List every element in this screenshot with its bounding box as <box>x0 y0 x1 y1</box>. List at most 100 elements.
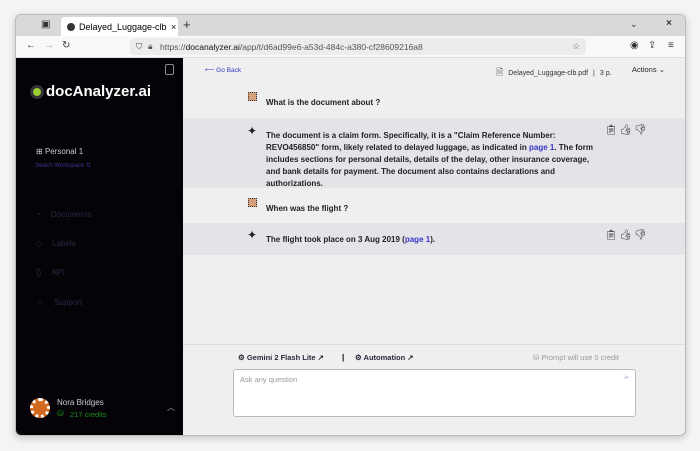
close-window-icon[interactable]: × <box>666 18 672 29</box>
address-bar[interactable]: ⛉ 🔒︎ https://docanalyzer.ai/app/t/d6ad99… <box>130 38 586 55</box>
credits-icon: ⛁ <box>57 409 64 418</box>
answer-part: The document is a claim form. Specifical… <box>266 131 556 152</box>
switch-workspace-label: Switch Workspace <box>35 163 85 169</box>
credits-icon: ⛁ <box>533 353 540 362</box>
divider: | <box>593 69 595 77</box>
tag-icon: ◇ <box>36 239 43 248</box>
user-credits: 217 credits <box>70 410 107 419</box>
sidebar-item-api[interactable]: {} API <box>36 268 64 277</box>
page-link[interactable]: page 1 <box>529 143 554 152</box>
model-selector[interactable]: ⚙ Gemini 2 Flash Lite ↗ <box>238 353 324 362</box>
model-label: Gemini 2 Flash Lite ↗ <box>246 353 324 362</box>
sparkle-icon: ✦ <box>247 124 258 138</box>
braces-icon: {} <box>36 268 42 277</box>
answer-actions: 📋︎👍︎👎︎ <box>605 125 649 136</box>
documents-icon: ◔ <box>36 210 41 219</box>
menu-icon[interactable]: ≡ <box>668 40 674 51</box>
question-input[interactable]: Ask any question ➢ <box>233 369 636 417</box>
answer-text: The document is a claim form. Specifical… <box>266 130 601 190</box>
automation-label: Automation ↗ <box>363 353 414 362</box>
tab-overview-icon[interactable]: ▣ <box>41 19 50 30</box>
favicon-icon <box>67 22 75 31</box>
url-domain: docanalyzer.ai <box>185 41 240 52</box>
forward-icon[interactable]: → <box>44 40 54 51</box>
chevron-down-icon: ⌄ <box>658 65 665 74</box>
file-name: Delayed_Luggage-clb.pdf <box>508 69 589 77</box>
sidebar-item-labels[interactable]: ◇ Labels <box>36 239 76 248</box>
thumbs-up-icon[interactable]: 👍︎ <box>620 125 635 136</box>
actions-label: Actions <box>632 65 657 74</box>
tab-title: Delayed_Luggage-clb.pdf <box>79 21 167 32</box>
go-back-label: Go Back <box>216 67 242 74</box>
user-avatar-icon <box>248 198 257 207</box>
thumbs-up-icon[interactable]: 👍︎ <box>620 230 635 241</box>
sidebar-item-documents[interactable]: ◔ Documents <box>36 210 91 219</box>
gear-icon: ⚙ <box>238 353 245 362</box>
extensions-icon[interactable]: ⇪ <box>648 40 656 51</box>
bookmark-star-icon[interactable]: ☆ <box>572 41 580 52</box>
browser-tab[interactable]: Delayed_Luggage-clb.pdf × <box>61 17 178 36</box>
pdf-icon: 🗎︎ <box>496 67 504 77</box>
sidebar-item-support[interactable]: ☺ Support <box>36 298 82 307</box>
workspace[interactable]: ⊞ Personal 1 <box>36 147 83 156</box>
sidebar-item-label: Labels <box>52 239 76 248</box>
chat-message-assistant: ✦ The flight took place on 3 Aug 2019 (p… <box>183 223 685 255</box>
answer-actions: 📋︎👍︎👎︎ <box>605 230 649 241</box>
actions-menu[interactable]: Actions ⌄ <box>632 65 665 74</box>
separator: | <box>342 353 345 362</box>
thumbs-down-icon[interactable]: 👎︎ <box>634 230 649 241</box>
chat-message-assistant: ✦ The document is a claim form. Specific… <box>183 118 685 188</box>
switch-icon: ⇅ <box>85 163 91 169</box>
tab-bar: ▣ Delayed_Luggage-clb.pdf × + ⌄ × <box>16 15 685 36</box>
main-content: ⟵ Go Back 🗎︎ Delayed_Luggage-clb.pdf | 3 p… <box>183 58 685 435</box>
sidebar-item-label: Documents <box>50 210 92 219</box>
workspace-name: Personal 1 <box>44 147 84 156</box>
composer: ⚙ Gemini 2 Flash Lite ↗ | ⚙ Automation ↗… <box>183 344 685 435</box>
support-icon: ☺ <box>36 298 45 307</box>
copy-icon[interactable]: 📋︎ <box>605 230 620 241</box>
close-tab-icon[interactable]: × <box>171 22 176 32</box>
url-path: /app/t/d6ad99e6-a53d-484c-a380-cf2860921… <box>239 41 423 52</box>
avatar <box>30 398 50 418</box>
workspace-icon: ⊞ <box>36 147 43 156</box>
sidebar: docAnalyzer.ai ⊞ Personal 1 Switch Works… <box>16 58 183 435</box>
logo-icon <box>30 84 44 99</box>
browser-window: ▣ Delayed_Luggage-clb.pdf × + ⌄ × ← → ↻ … <box>15 14 686 436</box>
user-name: Nora Bridges <box>57 398 104 407</box>
chevron-up-icon[interactable]: ︿ <box>167 402 175 413</box>
question-placeholder: Ask any question <box>240 375 298 384</box>
document-info: 🗎︎ Delayed_Luggage-clb.pdf | 3 p. <box>496 65 612 81</box>
thumbs-down-icon[interactable]: 👎︎ <box>634 125 649 136</box>
go-back-link[interactable]: ⟵ Go Back <box>205 66 241 74</box>
send-icon[interactable]: ➢ <box>622 372 630 383</box>
account-icon[interactable]: ◉ <box>630 40 639 51</box>
back-icon[interactable]: ← <box>26 40 36 51</box>
new-tab-icon[interactable]: + <box>183 17 191 32</box>
answer-part: The flight took place on 3 Aug 2019 ( <box>266 235 405 244</box>
page-link[interactable]: page 1 <box>405 235 430 244</box>
answer-part: ). <box>430 235 436 244</box>
user-avatar-icon <box>248 92 257 101</box>
reload-icon[interactable]: ↻ <box>62 40 70 51</box>
automation-link[interactable]: ⚙ Automation ↗ <box>355 353 414 362</box>
answer-text: The flight took place on 3 Aug 2019 (pag… <box>266 235 435 244</box>
chat-message-user: What is the document about ? <box>183 88 685 118</box>
user-menu[interactable]: Nora Bridges ⛁ 217 credits ︿ <box>30 396 175 420</box>
nav-bar: ← → ↻ ⛉ 🔒︎ https://docanalyzer.ai/app/t/… <box>16 36 685 58</box>
arrow-left-icon: ⟵ <box>205 67 215 74</box>
sparkle-icon: ✦ <box>247 228 258 242</box>
tab-list-icon[interactable]: ⌄ <box>630 19 638 30</box>
sidebar-item-label: API <box>51 268 65 277</box>
copy-icon[interactable]: 📋︎ <box>605 125 620 136</box>
credit-note-text: Prompt will use 0 credit <box>541 353 619 362</box>
switch-workspace-link[interactable]: Switch Workspace ⇅ <box>35 162 91 169</box>
logo-text: docAnalyzer.ai <box>46 83 152 100</box>
page-count: 3 p. <box>599 69 612 77</box>
logo: docAnalyzer.ai <box>30 83 151 100</box>
credit-note: ⛁ Prompt will use 0 credit <box>533 353 619 362</box>
sidebar-item-label: Support <box>54 298 83 307</box>
question-text: What is the document about ? <box>266 98 381 107</box>
collapse-sidebar-icon[interactable] <box>165 64 174 75</box>
automation-icon: ⚙ <box>355 353 362 362</box>
chat-message-user: When was the flight ? <box>183 188 685 223</box>
